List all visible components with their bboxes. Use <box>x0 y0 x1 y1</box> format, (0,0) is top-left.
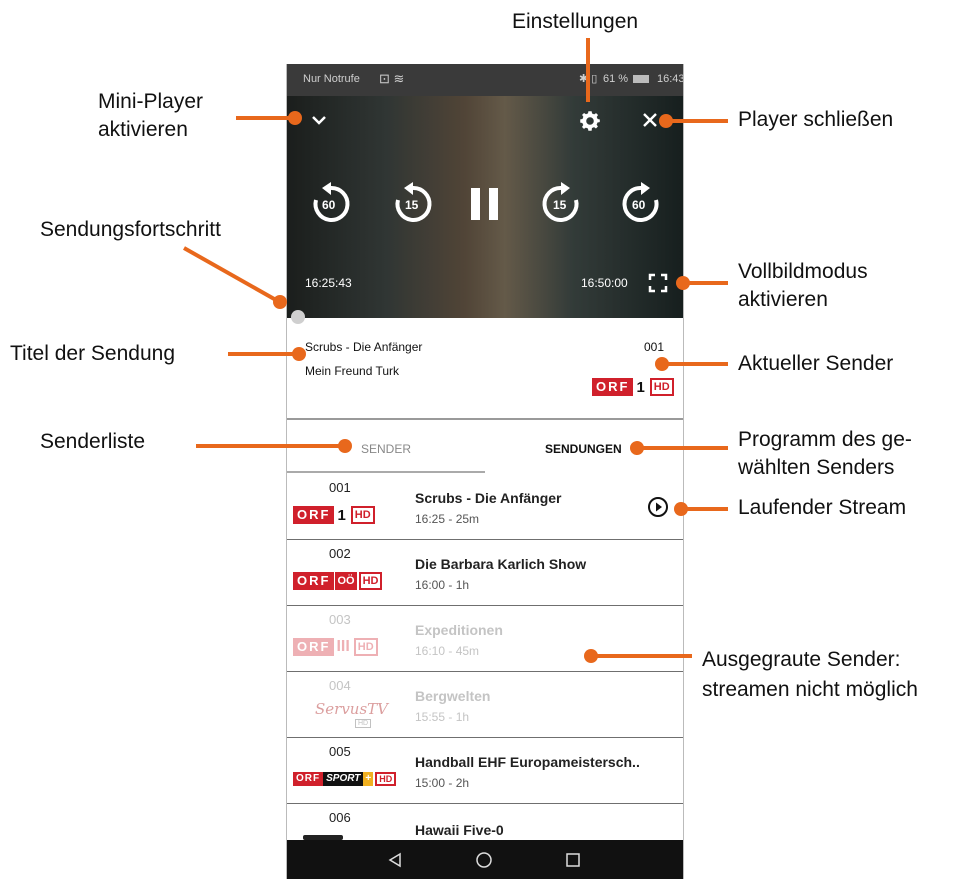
channel-number: 001 <box>644 340 665 354</box>
annotation-title: Titel der Sendung <box>10 342 175 365</box>
navigation-bar <box>287 840 683 879</box>
home-icon[interactable] <box>475 851 493 869</box>
annotation-current-channel: Aktueller Sender <box>738 352 894 375</box>
program-time: 15:55 - 1h <box>415 710 470 724</box>
annotation-line <box>666 362 728 366</box>
annotation-fullscreen-2: aktivieren <box>738 288 828 311</box>
battery-percent: 61 % <box>603 73 629 85</box>
list-item: 003 ORF III HD Expeditionen 16:10 - 45m <box>287 606 683 672</box>
annotation-line <box>668 119 728 123</box>
skip-back-15-button[interactable]: 15 <box>391 182 435 226</box>
list-item[interactable]: 001 ORF 1 HD Scrubs - Die Anfänger 16:25… <box>287 474 683 540</box>
channel-logo: ORF III HD <box>293 638 378 656</box>
episode-title: Mein Freund Turk <box>305 364 400 378</box>
list-item[interactable]: 005 ORF SPORT + HD Handball EHF Europame… <box>287 738 683 804</box>
channel-logo: ORF OÖ HD <box>293 572 383 590</box>
channel-number: 004 <box>329 678 351 693</box>
annotation-line <box>684 507 728 511</box>
channel-number: 001 <box>329 480 351 495</box>
program-title: Hawaii Five-0 <box>415 822 504 838</box>
skip-back-60-button[interactable]: 60 <box>309 182 353 226</box>
recents-icon[interactable] <box>565 852 581 868</box>
annotation-fullscreen: Vollbildmodus <box>738 260 868 283</box>
battery-icon <box>633 75 649 83</box>
channel-logo: ORF SPORT + HD <box>293 772 397 786</box>
tab-sendungen[interactable]: SENDUNGEN <box>545 442 622 456</box>
channel-number: 003 <box>329 612 351 627</box>
annotation-channel-list: Senderliste <box>40 430 146 453</box>
channel-logo: ORF 1 HD <box>293 506 375 524</box>
channel-number: 005 <box>329 744 351 759</box>
annotation-dot <box>338 439 352 453</box>
program-title: Expeditionen <box>415 622 503 638</box>
play-circle-icon[interactable] <box>647 496 669 518</box>
annotation-greyed-2: streamen nicht möglich <box>702 678 918 701</box>
annotation-program-2: wählten Senders <box>738 456 895 479</box>
video-player[interactable]: 60 15 15 60 16:25:43 16:50:00 <box>287 96 683 324</box>
channel-number: 006 <box>329 810 351 825</box>
gear-icon[interactable] <box>577 108 603 134</box>
chevron-down-icon[interactable] <box>307 108 331 132</box>
list-item: 004 ServusTV HD Bergwelten 15:55 - 1h <box>287 672 683 738</box>
end-time: 16:50:00 <box>581 276 628 290</box>
status-left-text: Nur Notrufe <box>303 73 360 85</box>
annotation-line <box>586 38 590 102</box>
tab-indicator <box>287 471 485 473</box>
channel-logo: ORF 1 HD <box>592 378 674 396</box>
tab-sender[interactable]: SENDER <box>361 442 411 456</box>
annotation-mini-player-2: aktivieren <box>98 118 188 141</box>
close-icon[interactable] <box>639 109 661 131</box>
annotation-dot <box>288 111 302 125</box>
annotation-dot <box>292 347 306 361</box>
annotation-mini-player: Mini-Player <box>98 90 204 113</box>
status-bar: Nur Notrufe ⊡ ≋ ✱ ▯ 61 % 16:43 <box>287 64 683 96</box>
annotation-close-player: Player schließen <box>738 108 894 131</box>
wifi-icon: ⊡ ≋ <box>379 71 405 86</box>
annotation-settings: Einstellungen <box>512 10 639 33</box>
status-time: 16:43 <box>657 73 684 85</box>
program-title: Scrubs - Die Anfänger <box>415 490 562 506</box>
program-time: 15:00 - 2h <box>415 776 470 790</box>
pause-icon <box>471 188 498 220</box>
show-title: Scrubs - Die Anfänger <box>305 340 423 354</box>
annotation-line <box>640 446 728 450</box>
program-title: Handball EHF Europameistersch.. <box>415 754 640 770</box>
program-title: Die Barbara Karlich Show <box>415 556 587 572</box>
annotation-line <box>686 281 728 285</box>
now-playing-panel: Scrubs - Die Anfänger Mein Freund Turk 0… <box>287 318 683 418</box>
program-title: Bergwelten <box>415 688 491 704</box>
annotation-greyed: Ausgegraute Sender: <box>702 648 901 671</box>
annotation-line <box>196 444 342 448</box>
annotation-line <box>236 116 292 120</box>
phone-screen: Nur Notrufe ⊡ ≋ ✱ ▯ 61 % 16:43 60 15 15 … <box>286 64 684 879</box>
annotation-program: Programm des ge- <box>738 428 912 451</box>
annotation-line <box>594 654 692 658</box>
channel-logo: ServusTV HD <box>315 700 388 728</box>
program-time: 16:10 - 45m <box>415 644 480 658</box>
skip-forward-60-button[interactable]: 60 <box>619 182 663 226</box>
channel-number: 002 <box>329 546 351 561</box>
annotation-progress: Sendungsfortschritt <box>40 218 221 241</box>
fullscreen-icon[interactable] <box>647 272 669 294</box>
current-time: 16:25:43 <box>305 276 352 290</box>
pause-button[interactable] <box>469 186 501 222</box>
program-time: 16:25 - 25m <box>415 512 480 526</box>
annotation-line <box>228 352 296 356</box>
back-icon[interactable] <box>387 852 403 868</box>
annotation-running-stream: Laufender Stream <box>738 496 907 519</box>
list-item[interactable]: 002 ORF OÖ HD Die Barbara Karlich Show 1… <box>287 540 683 606</box>
program-time: 16:00 - 1h <box>415 578 470 592</box>
annotation-line <box>183 246 287 309</box>
skip-forward-15-button[interactable]: 15 <box>539 182 583 226</box>
